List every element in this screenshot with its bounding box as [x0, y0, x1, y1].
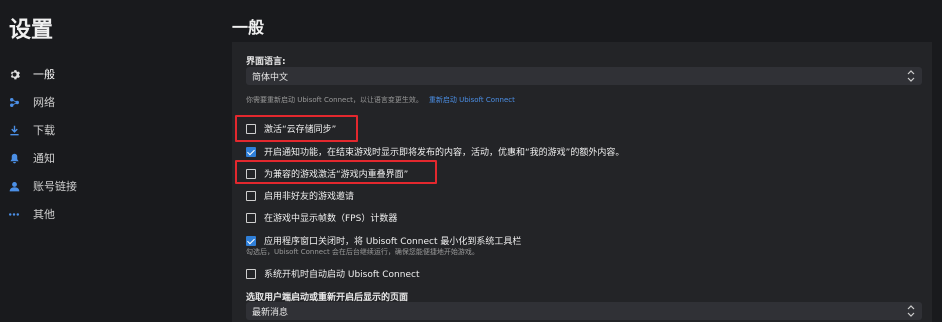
option-autostart: 系统开机时自动启动 Ubisoft Connect [246, 267, 419, 280]
sidebar-item-label: 通知 [33, 152, 55, 165]
fps-counter-checkbox[interactable] [246, 212, 256, 223]
minimize-to-tray-checkbox[interactable] [246, 235, 256, 246]
app-title: 设置 [9, 18, 54, 43]
sidebar: 设置 一般 网络 下载 通知 账号链接 其他 [0, 0, 215, 317]
option-minimize-to-tray: 应用程序窗口关闭时，将 Ubisoft Connect 最小化到系统工具栏 [246, 234, 521, 247]
chevron-updown-icon [906, 69, 916, 83]
chevron-updown-icon [906, 304, 916, 318]
more-icon [7, 207, 21, 221]
option-label: 启用非好友的游戏邀请 [264, 192, 355, 202]
sidebar-item-label: 下载 [33, 124, 55, 137]
restart-link[interactable]: 重新启动 Ubisoft Connect [429, 96, 515, 104]
user-icon [7, 179, 21, 193]
sidebar-item-general[interactable]: 一般 [7, 60, 207, 88]
option-label: 为兼容的游戏激活“游戏内重叠界面” [264, 170, 409, 180]
language-select[interactable]: 简体中文 [246, 67, 922, 85]
option-nonfriend-invites: 启用非好友的游戏邀请 [246, 189, 354, 202]
network-icon [7, 95, 21, 109]
sidebar-item-label: 一般 [33, 68, 55, 81]
sidebar-item-label: 账号链接 [33, 180, 77, 193]
language-label: 界面语言: [246, 57, 286, 67]
gear-icon [7, 67, 21, 81]
bell-icon [7, 151, 21, 165]
notifications-checkbox[interactable] [246, 146, 256, 157]
option-cloud-sync: 激活“云存储同步” [246, 122, 336, 135]
option-notifications: 开启通知功能，在结束游戏时显示即将发布的内容，活动，优惠和“我的游戏”的额外内容… [246, 145, 624, 158]
option-overlay: 为兼容的游戏激活“游戏内重叠界面” [246, 167, 408, 180]
sidebar-item-account-linking[interactable]: 账号链接 [7, 172, 207, 200]
startup-page-select[interactable]: 最新消息 [246, 302, 922, 320]
page-title: 一般 [232, 18, 265, 37]
language-help-text: 你需要重新启动 Ubisoft Connect，以让语言变更生效。 重新启动 Ub… [246, 95, 515, 105]
main-content: 一般 界面语言: 简体中文 你需要重新启动 Ubisoft Connect，以让… [232, 0, 942, 322]
sidebar-item-label: 其他 [33, 208, 55, 221]
option-fps-counter: 在游戏中显示帧数（FPS）计数器 [246, 211, 397, 224]
autostart-checkbox[interactable] [246, 268, 256, 279]
language-restart-note: 你需要重新启动 Ubisoft Connect，以让语言变更生效。 [246, 96, 423, 104]
option-label: 系统开机时自动启动 Ubisoft Connect [264, 270, 420, 280]
sidebar-item-network[interactable]: 网络 [7, 88, 207, 116]
option-label: 开启通知功能，在结束游戏时显示即将发布的内容，活动，优惠和“我的游戏”的额外内容… [264, 148, 625, 158]
startup-page-value: 最新消息 [252, 307, 289, 318]
sidebar-item-notifications[interactable]: 通知 [7, 144, 207, 172]
minimize-note: 勾选后，Ubisoft Connect 会在后台继续运行，确保您能便捷地开始游戏… [246, 248, 479, 256]
option-label: 激活“云存储同步” [264, 125, 337, 135]
nonfriend-invites-checkbox[interactable] [246, 190, 256, 201]
overlay-checkbox[interactable] [246, 168, 256, 179]
sidebar-item-downloads[interactable]: 下载 [7, 116, 207, 144]
option-label: 在游戏中显示帧数（FPS）计数器 [264, 214, 398, 224]
download-icon [7, 123, 21, 137]
sidebar-item-label: 网络 [33, 96, 55, 109]
cloud-sync-checkbox[interactable] [246, 123, 256, 134]
sidebar-item-other[interactable]: 其他 [7, 200, 207, 228]
option-label: 应用程序窗口关闭时，将 Ubisoft Connect 最小化到系统工具栏 [264, 237, 522, 247]
settings-panel: 界面语言: 简体中文 你需要重新启动 Ubisoft Connect，以让语言变… [232, 42, 932, 322]
language-select-value: 简体中文 [252, 72, 289, 83]
